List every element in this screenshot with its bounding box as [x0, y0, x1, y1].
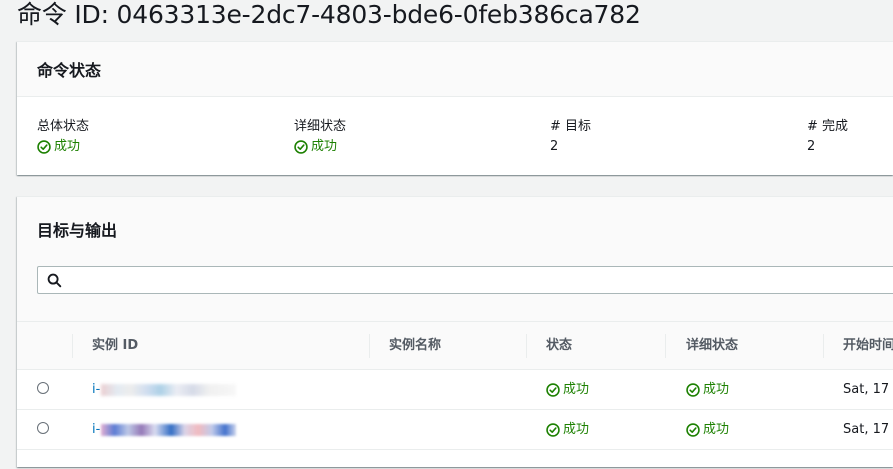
search-icon [47, 273, 62, 288]
column-header-detail-status[interactable]: 详细状态 [686, 322, 806, 369]
detail-status-cell: 成功 [686, 410, 806, 449]
command-status-panel: 命令状态 总体状态 成功 详细状态 成功 # 目标 2 # 完成 2 [17, 41, 893, 175]
targets-outputs-panel: 目标与输出 实例 ID 实例名称 状态 详细状态 开始时间 i- 成功 成功 S… [17, 196, 893, 467]
table-row[interactable]: i- 成功 成功 Sat, 17 ... [17, 410, 893, 450]
detail-status-field: 详细状态 成功 [294, 118, 346, 157]
success-check-icon [546, 383, 560, 397]
target-count-label: # 目标 [550, 119, 592, 134]
column-header-start-time[interactable]: 开始时间 [843, 322, 893, 369]
column-header-instance-id[interactable]: 实例 ID [92, 322, 362, 369]
success-check-icon [546, 423, 560, 437]
overall-status-field: 总体状态 成功 [37, 118, 89, 157]
redacted-instance-id [101, 383, 237, 396]
success-check-icon [686, 383, 700, 397]
overall-status-value: 成功 [54, 139, 81, 154]
column-divider [823, 334, 824, 358]
completed-count-label: # 完成 [807, 119, 849, 134]
row-select-radio[interactable] [37, 382, 49, 394]
column-header-status[interactable]: 状态 [546, 322, 656, 369]
overall-status-label: 总体状态 [37, 119, 90, 134]
command-status-title: 命令状态 [37, 61, 102, 80]
completed-count-value: 2 [807, 139, 816, 154]
command-status-header: 命令状态 [17, 42, 893, 97]
start-time-cell: Sat, 17 ... [843, 382, 893, 397]
column-divider [526, 334, 527, 358]
success-check-icon [686, 423, 700, 437]
start-time-cell: Sat, 17 ... [843, 422, 893, 437]
column-header-instance-name[interactable]: 实例名称 [389, 322, 519, 369]
detail-status-cell: 成功 [686, 370, 806, 409]
page-title: 命令 ID: 0463313e-2dc7-4803-bde6-0feb386ca… [17, 0, 641, 29]
instance-name-cell [389, 410, 519, 449]
column-divider [665, 334, 666, 358]
target-count-field: # 目标 2 [550, 118, 591, 157]
success-check-icon [37, 140, 51, 154]
instance-id-link[interactable]: i- [92, 370, 362, 409]
targets-outputs-title: 目标与输出 [37, 221, 118, 240]
targets-outputs-header: 目标与输出 [17, 197, 893, 321]
success-check-icon [294, 140, 308, 154]
instance-name-cell [389, 370, 519, 409]
detail-status-label: 详细状态 [294, 119, 347, 134]
redacted-instance-id [101, 423, 237, 436]
completed-count-field: # 完成 2 [807, 118, 848, 157]
status-cell: 成功 [546, 370, 656, 409]
detail-status-value: 成功 [311, 139, 338, 154]
column-divider [369, 334, 370, 358]
status-cell: 成功 [546, 410, 656, 449]
search-input[interactable] [37, 266, 893, 294]
row-select-radio[interactable] [37, 422, 49, 434]
target-count-value: 2 [550, 139, 559, 154]
table-row[interactable]: i- 成功 成功 Sat, 17 ... [17, 370, 893, 410]
column-divider [72, 334, 73, 358]
table-header: 实例 ID 实例名称 状态 详细状态 开始时间 [17, 321, 893, 370]
instance-id-link[interactable]: i- [92, 410, 362, 449]
